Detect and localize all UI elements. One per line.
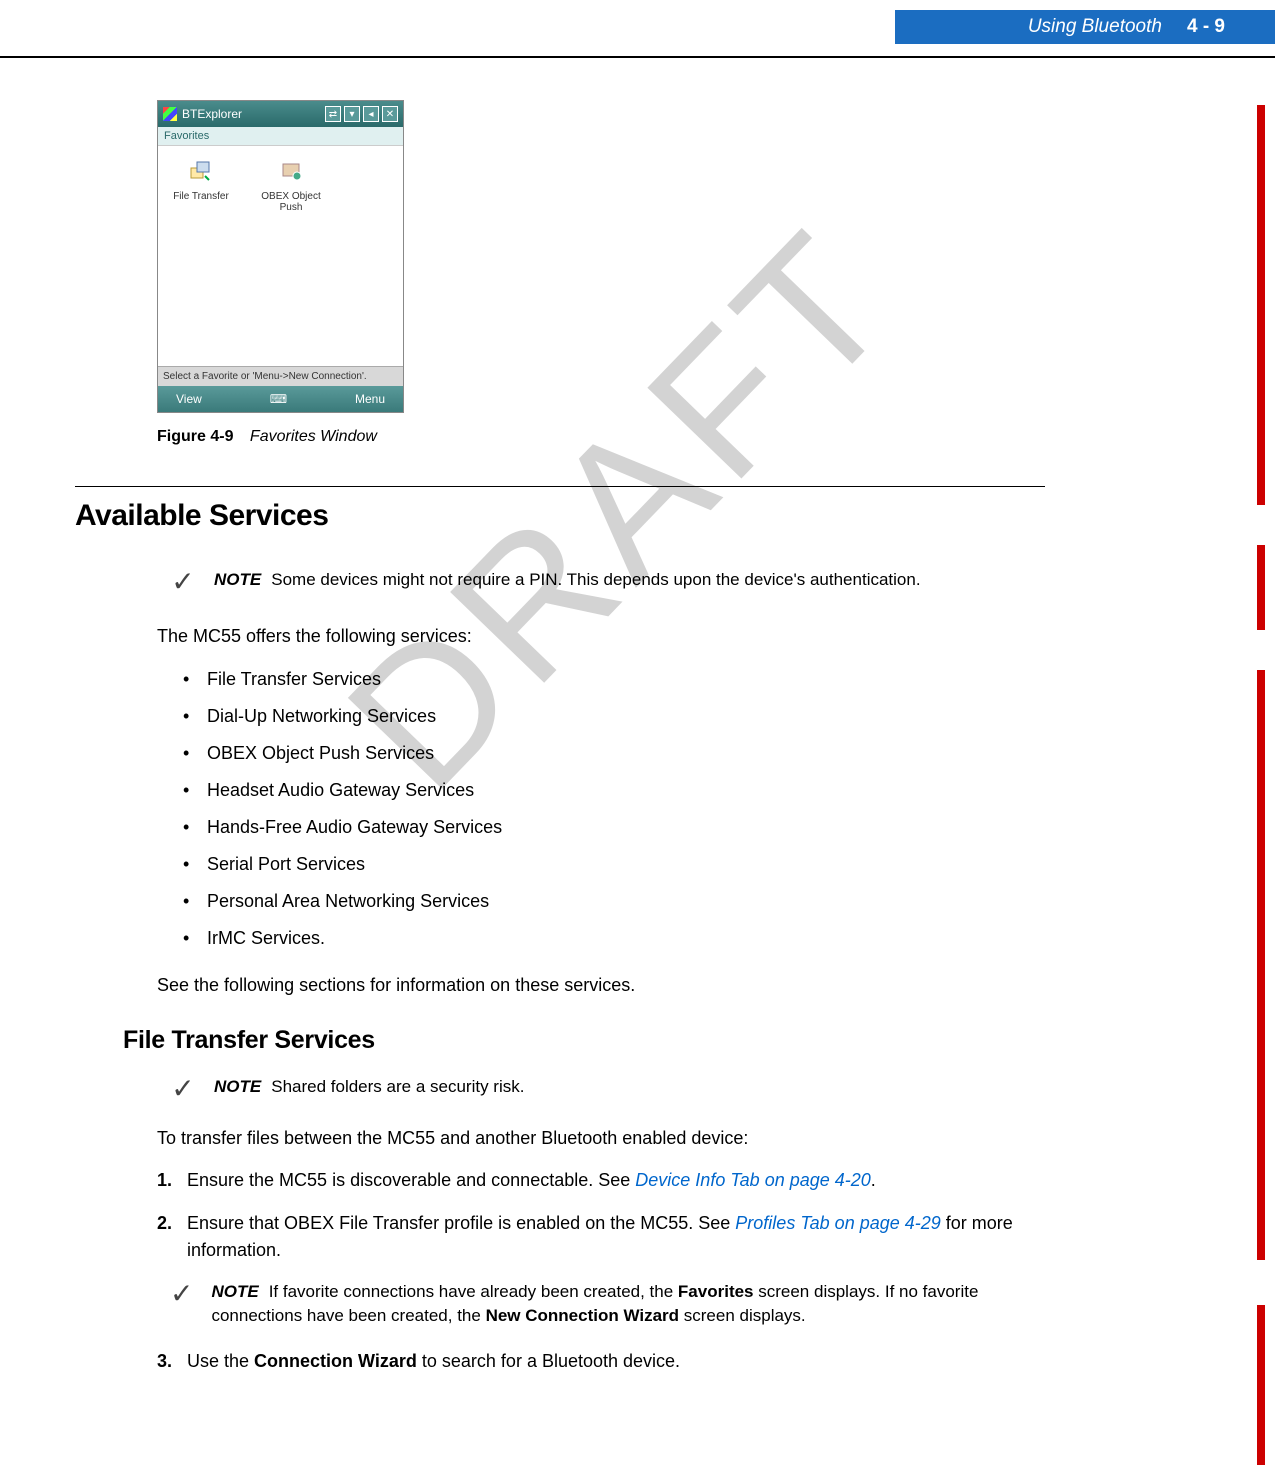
note-block: ✓ NOTE Shared folders are a security risk… (170, 1075, 1045, 1103)
window-titlebar: BTExplorer ⇄ ▾ ◂ ✕ (158, 101, 403, 127)
checkmark-icon: ✓ (170, 1280, 193, 1308)
bold-term: Connection Wizard (254, 1351, 417, 1371)
step-3: 3. Use the Connection Wizard to search f… (157, 1348, 1045, 1375)
revision-bar (1257, 670, 1265, 1260)
intro-paragraph: The MC55 offers the following services: (157, 626, 1045, 647)
checkmark-icon: ✓ (170, 568, 196, 596)
note-label: NOTE (214, 1077, 261, 1096)
step-text: Use the (187, 1351, 254, 1371)
list-item: Hands-Free Audio Gateway Services (207, 809, 1045, 846)
revision-bar (1257, 545, 1265, 630)
titlebar-icons: ⇄ ▾ ◂ ✕ (325, 106, 398, 122)
link-profiles-tab[interactable]: Profiles Tab on page 4-29 (735, 1213, 940, 1233)
list-item: File Transfer Services (207, 661, 1045, 698)
note-label: NOTE (214, 570, 261, 589)
obex-push-icon (275, 156, 307, 188)
list-item: OBEX Object Push Services (207, 735, 1045, 772)
note-text: If favorite connections have already bee… (269, 1282, 678, 1301)
page-content: BTExplorer ⇄ ▾ ◂ ✕ Favorites File Transf… (75, 100, 1045, 1391)
heading-available-services: Available Services (75, 499, 1045, 533)
sync-icon: ⇄ (325, 106, 341, 122)
step-number: 2. (157, 1210, 187, 1264)
window-body: File Transfer OBEX Object Push (158, 146, 403, 366)
step-1: 1. Ensure the MC55 is discoverable and c… (157, 1167, 1045, 1194)
keyboard-icon: ⌨ (270, 392, 287, 406)
header-page-number: 4 - 9 (1187, 16, 1225, 38)
revision-bar (1257, 105, 1265, 505)
step-text: to search for a Bluetooth device. (417, 1351, 680, 1371)
figure-number: Figure 4-9 (157, 428, 233, 445)
bold-term: New Connection Wizard (486, 1306, 679, 1325)
softkey-left: View (176, 392, 202, 406)
speaker-icon: ◂ (363, 106, 379, 122)
header-chapter: Using Bluetooth (1028, 16, 1162, 38)
step-number: 3. (157, 1348, 187, 1375)
note-text: screen displays. (679, 1306, 806, 1325)
heading-file-transfer: File Transfer Services (123, 1026, 1045, 1055)
softkey-right: Menu (355, 392, 385, 406)
signal-icon: ▾ (344, 106, 360, 122)
link-device-info-tab[interactable]: Device Info Tab on page 4-20 (635, 1170, 871, 1190)
figure-caption: Figure 4-9 Favorites Window (157, 428, 1045, 446)
step-text: . (871, 1170, 876, 1190)
numbered-steps-cont: 3. Use the Connection Wizard to search f… (157, 1348, 1045, 1375)
list-item: IrMC Services. (207, 920, 1045, 957)
outro-paragraph: See the following sections for informati… (157, 975, 1045, 996)
status-bar: Select a Favorite or 'Menu->New Connecti… (158, 366, 403, 386)
favorite-item: OBEX Object Push (256, 156, 326, 213)
bold-term: Favorites (678, 1282, 754, 1301)
favorite-label: File Transfer (173, 191, 229, 202)
numbered-steps: 1. Ensure the MC55 is discoverable and c… (157, 1167, 1045, 1264)
step-text: Ensure that OBEX File Transfer profile i… (187, 1213, 735, 1233)
checkmark-icon: ✓ (170, 1075, 196, 1103)
section-rule (75, 486, 1045, 487)
favorite-item: File Transfer (166, 156, 236, 202)
list-item: Dial-Up Networking Services (207, 698, 1045, 735)
note-label: NOTE (211, 1282, 258, 1301)
list-item: Headset Audio Gateway Services (207, 772, 1045, 809)
list-item: Personal Area Networking Services (207, 883, 1045, 920)
services-list: File Transfer Services Dial-Up Networkin… (207, 661, 1045, 957)
favorites-tab: Favorites (158, 127, 403, 146)
close-icon: ✕ (382, 106, 398, 122)
note-block: ✓ NOTE If favorite connections have alrea… (170, 1280, 1045, 1328)
note-block: ✓ NOTE Some devices might not require a P… (170, 568, 1045, 596)
btexplorer-window: BTExplorer ⇄ ▾ ◂ ✕ Favorites File Transf… (157, 100, 404, 413)
note-text: Shared folders are a security risk. (271, 1077, 524, 1096)
list-item: Serial Port Services (207, 846, 1045, 883)
step-number: 1. (157, 1167, 187, 1194)
softkey-bar: View ⌨ Menu (158, 386, 403, 412)
step-2: 2. Ensure that OBEX File Transfer profil… (157, 1210, 1045, 1264)
window-title: BTExplorer (182, 107, 242, 121)
page-header: Using Bluetooth 4 - 9 (895, 10, 1275, 44)
favorite-label: OBEX Object Push (256, 191, 326, 213)
figure-title: Favorites Window (250, 428, 377, 445)
intro-paragraph: To transfer files between the MC55 and a… (157, 1128, 1045, 1149)
app-icon (163, 107, 177, 121)
step-text: Ensure the MC55 is discoverable and conn… (187, 1170, 635, 1190)
revision-bar (1257, 1305, 1265, 1465)
header-rule (0, 56, 1275, 58)
note-text: Some devices might not require a PIN. Th… (271, 570, 920, 589)
file-transfer-icon (185, 156, 217, 188)
